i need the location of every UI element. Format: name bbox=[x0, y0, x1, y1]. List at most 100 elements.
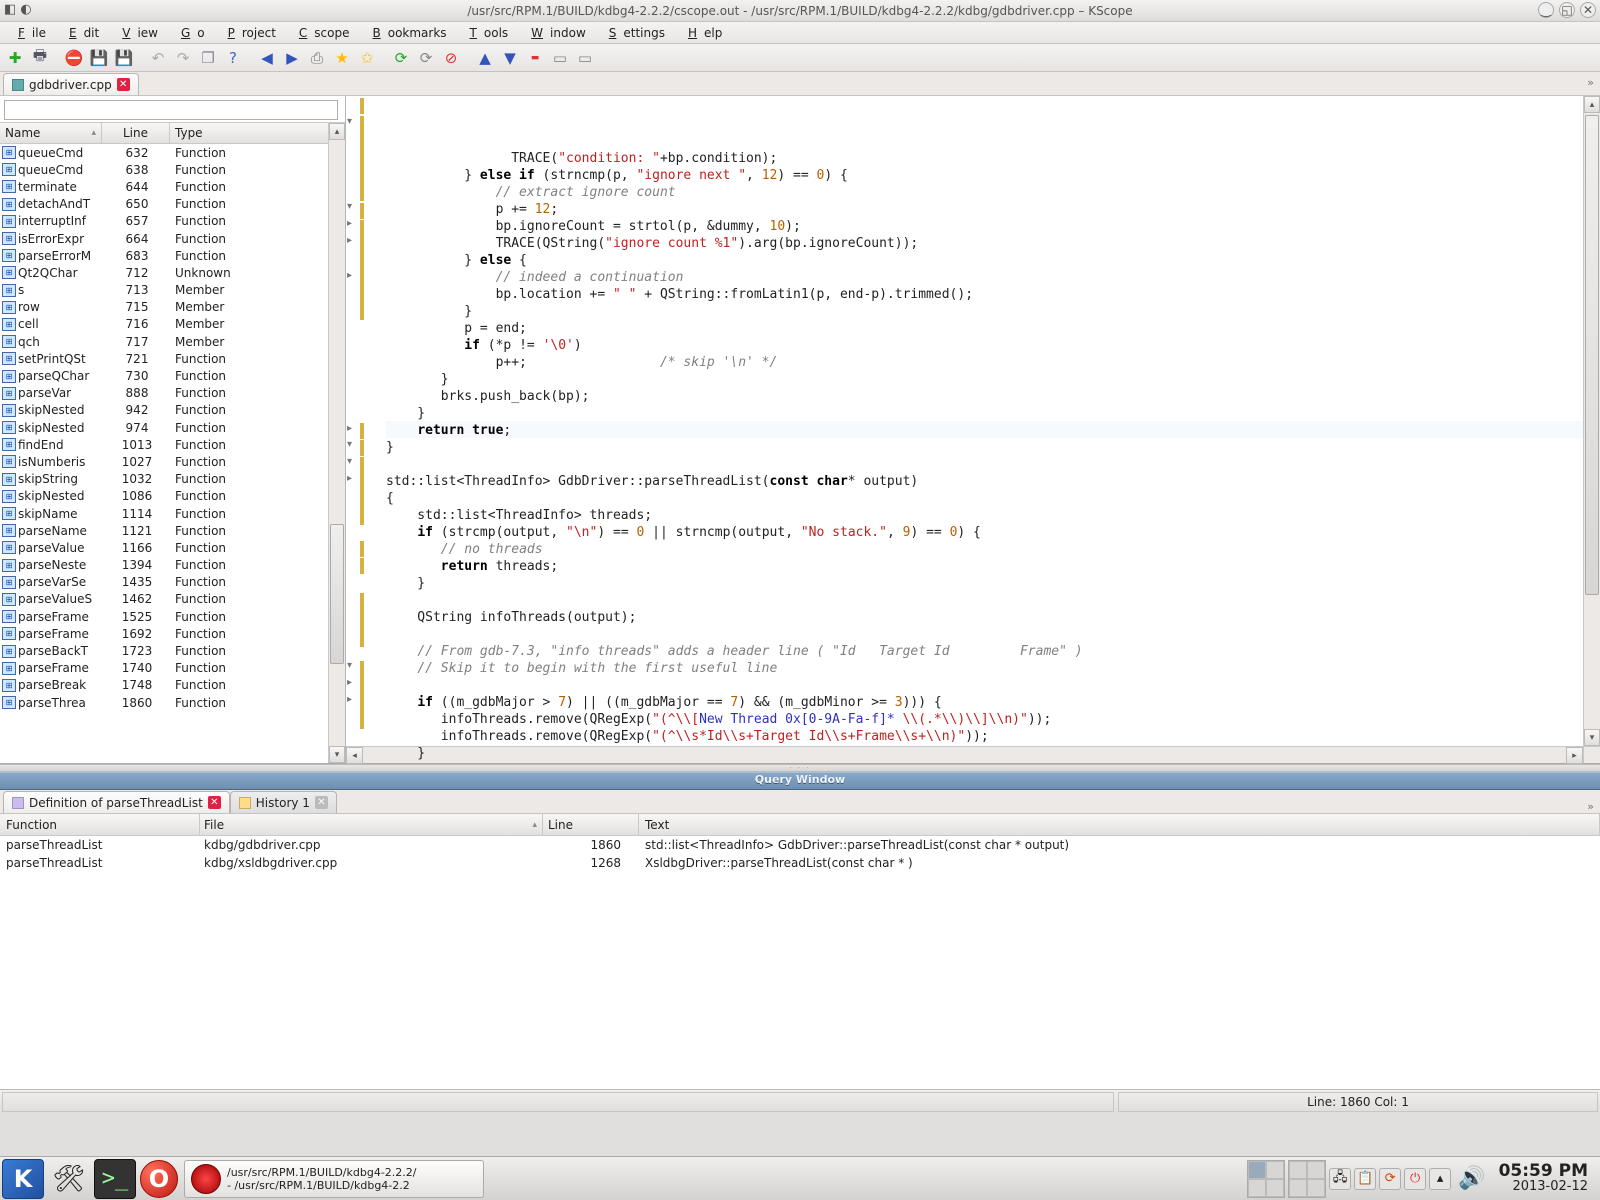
menu-project[interactable]: Project bbox=[214, 24, 283, 42]
opera-launcher[interactable]: O bbox=[140, 1160, 178, 1198]
query-tab-definition[interactable]: Definition of parseThreadList ✕ bbox=[3, 791, 230, 813]
layout2-button[interactable]: ▭ bbox=[574, 47, 596, 69]
fold-marker[interactable]: ▾ bbox=[347, 456, 352, 467]
symbol-row[interactable]: ⊞parseQChar730Function bbox=[0, 367, 345, 384]
close-icon[interactable]: ✕ bbox=[315, 796, 328, 809]
tab-overflow-icon[interactable]: » bbox=[1587, 76, 1594, 89]
fold-marker[interactable]: ▸ bbox=[347, 473, 352, 484]
tab-overflow-icon[interactable]: » bbox=[1587, 800, 1594, 813]
qcol-function[interactable]: Function bbox=[0, 814, 200, 835]
remove-bp-button[interactable]: ▬ bbox=[524, 47, 546, 69]
symbol-row[interactable]: ⊞setPrintQSt721Function bbox=[0, 350, 345, 367]
stop-button[interactable]: ⛔ bbox=[63, 47, 85, 69]
fold-marker[interactable]: ▾ bbox=[347, 201, 352, 212]
print-button[interactable]: 🖶 bbox=[29, 47, 51, 69]
symbol-row[interactable]: ⊞parseVarSe1435Function bbox=[0, 574, 345, 591]
symbol-row[interactable]: ⊞skipString1032Function bbox=[0, 471, 345, 488]
symbol-row[interactable]: ⊞findEnd1013Function bbox=[0, 436, 345, 453]
nav-back-button[interactable]: ◀ bbox=[256, 47, 278, 69]
fold-marker[interactable]: ▸ bbox=[347, 270, 352, 281]
network-icon[interactable]: 🖧 bbox=[1329, 1168, 1351, 1190]
code-area[interactable]: TRACE("condition: "+bp.condition); } els… bbox=[386, 96, 1583, 763]
desktop-pager[interactable] bbox=[1247, 1160, 1285, 1198]
menu-view[interactable]: View bbox=[108, 24, 165, 42]
fold-marker[interactable]: ▸ bbox=[347, 218, 352, 229]
fold-marker[interactable]: ▾ bbox=[347, 439, 352, 450]
col-name[interactable]: Name▴ bbox=[0, 123, 102, 143]
cancel-button[interactable]: ⊘ bbox=[440, 47, 462, 69]
symbol-filter-input[interactable] bbox=[4, 100, 338, 120]
editor-vscrollbar[interactable]: ▴ ▾ bbox=[1583, 96, 1600, 763]
query-result-row[interactable]: parseThreadListkdbg/gdbdriver.cpp1860std… bbox=[0, 836, 1600, 854]
nav-fwd-button[interactable]: ▶ bbox=[281, 47, 303, 69]
close-icon[interactable]: ✕ bbox=[208, 796, 221, 809]
symbol-row[interactable]: ⊞queueCmd632Function bbox=[0, 144, 345, 161]
symbol-row[interactable]: ⊞terminate644Function bbox=[0, 178, 345, 195]
clock[interactable]: 05:59 PM 2013-02-12 bbox=[1493, 1162, 1594, 1196]
symbol-row[interactable]: ⊞row715Member bbox=[0, 299, 345, 316]
help-icon[interactable]: ? bbox=[222, 47, 244, 69]
fold-marker[interactable]: ▾ bbox=[347, 116, 352, 127]
volume-icon[interactable]: 🔊 bbox=[1458, 1166, 1485, 1191]
go-down-button[interactable]: ▼ bbox=[499, 47, 521, 69]
konsole-launcher[interactable]: >_ bbox=[94, 1159, 136, 1199]
save-button[interactable]: 💾 bbox=[88, 47, 110, 69]
query-result-row[interactable]: parseThreadListkdbg/xsldbgdriver.cpp1268… bbox=[0, 854, 1600, 872]
go-up-button[interactable]: ▲ bbox=[474, 47, 496, 69]
bookmark-add-button[interactable]: ✩ bbox=[356, 47, 378, 69]
bookmark-button[interactable]: ★ bbox=[331, 47, 353, 69]
menu-file[interactable]: File bbox=[4, 24, 53, 42]
qcol-file[interactable]: File▴ bbox=[200, 814, 543, 835]
editor-tab[interactable]: gdbdriver.cpp ✕ bbox=[3, 73, 139, 95]
symbol-row[interactable]: ⊞interruptInf657Function bbox=[0, 213, 345, 230]
reload2-button[interactable]: ⟳ bbox=[415, 47, 437, 69]
symbol-row[interactable]: ⊞isNumberis1027Function bbox=[0, 453, 345, 470]
menu-cscope[interactable]: Cscope bbox=[285, 24, 357, 42]
redo-button[interactable]: ↷ bbox=[172, 47, 194, 69]
symbol-row[interactable]: ⊞parseName1121Function bbox=[0, 522, 345, 539]
fold-marker[interactable]: ▸ bbox=[347, 235, 352, 246]
horizontal-splitter[interactable]: · · · bbox=[0, 764, 1600, 772]
menu-edit[interactable]: Edit bbox=[55, 24, 106, 42]
symbol-row[interactable]: ⊞skipNested1086Function bbox=[0, 488, 345, 505]
symbol-row[interactable]: ⊞s713Member bbox=[0, 282, 345, 299]
symbol-row[interactable]: ⊞isErrorExpr664Function bbox=[0, 230, 345, 247]
symbol-row[interactable]: ⊞qch717Member bbox=[0, 333, 345, 350]
updates-icon[interactable]: ⟳ bbox=[1379, 1168, 1401, 1190]
copy-button[interactable]: ❐ bbox=[197, 47, 219, 69]
symbol-row[interactable]: ⊞Qt2QChar712Unknown bbox=[0, 264, 345, 281]
symbol-row[interactable]: ⊞parseFrame1740Function bbox=[0, 660, 345, 677]
power-icon[interactable]: ⏻ bbox=[1404, 1168, 1426, 1190]
qcol-text[interactable]: Text bbox=[639, 814, 1600, 835]
undo-button[interactable]: ↶ bbox=[147, 47, 169, 69]
qcol-line[interactable]: Line bbox=[543, 814, 639, 835]
fold-marker[interactable]: ▸ bbox=[347, 677, 352, 688]
menu-help[interactable]: Help bbox=[674, 24, 729, 42]
symbol-row[interactable]: ⊞parseValueS1462Function bbox=[0, 591, 345, 608]
kmenu-button[interactable]: K bbox=[2, 1159, 44, 1199]
clipboard-icon[interactable]: 📋 bbox=[1354, 1168, 1376, 1190]
reload-button[interactable]: ⟳ bbox=[390, 47, 412, 69]
systemsettings-launcher[interactable]: 🛠 bbox=[48, 1159, 90, 1199]
menu-tools[interactable]: Tools bbox=[456, 24, 516, 42]
layout1-button[interactable]: ▭ bbox=[549, 47, 571, 69]
nav-tag-button[interactable]: ⎙ bbox=[306, 47, 328, 69]
symbol-row[interactable]: ⊞parseNeste1394Function bbox=[0, 557, 345, 574]
symbol-row[interactable]: ⊞detachAndT650Function bbox=[0, 196, 345, 213]
symbol-row[interactable]: ⊞parseFrame1692Function bbox=[0, 625, 345, 642]
symbol-row[interactable]: ⊞parseErrorM683Function bbox=[0, 247, 345, 264]
desktop-pager-2[interactable] bbox=[1288, 1160, 1326, 1198]
close-icon[interactable]: ✕ bbox=[117, 78, 130, 91]
close-button[interactable]: ✕ bbox=[1580, 2, 1596, 18]
symbol-row[interactable]: ⊞parseThrea1860Function bbox=[0, 694, 345, 711]
tray-expand-icon[interactable]: ▴ bbox=[1429, 1168, 1451, 1190]
symbol-row[interactable]: ⊞parseFrame1525Function bbox=[0, 608, 345, 625]
symbol-row[interactable]: ⊞parseVar888Function bbox=[0, 385, 345, 402]
symbol-scrollbar[interactable]: ▾ bbox=[328, 144, 345, 763]
symbol-row[interactable]: ⊞parseBreak1748Function bbox=[0, 677, 345, 694]
menu-window[interactable]: Window bbox=[517, 24, 593, 42]
saveas-button[interactable]: 💾 bbox=[113, 47, 135, 69]
menu-settings[interactable]: Settings bbox=[595, 24, 672, 42]
maximize-button[interactable]: ◱ bbox=[1559, 2, 1575, 18]
new-button[interactable]: ✚ bbox=[4, 47, 26, 69]
